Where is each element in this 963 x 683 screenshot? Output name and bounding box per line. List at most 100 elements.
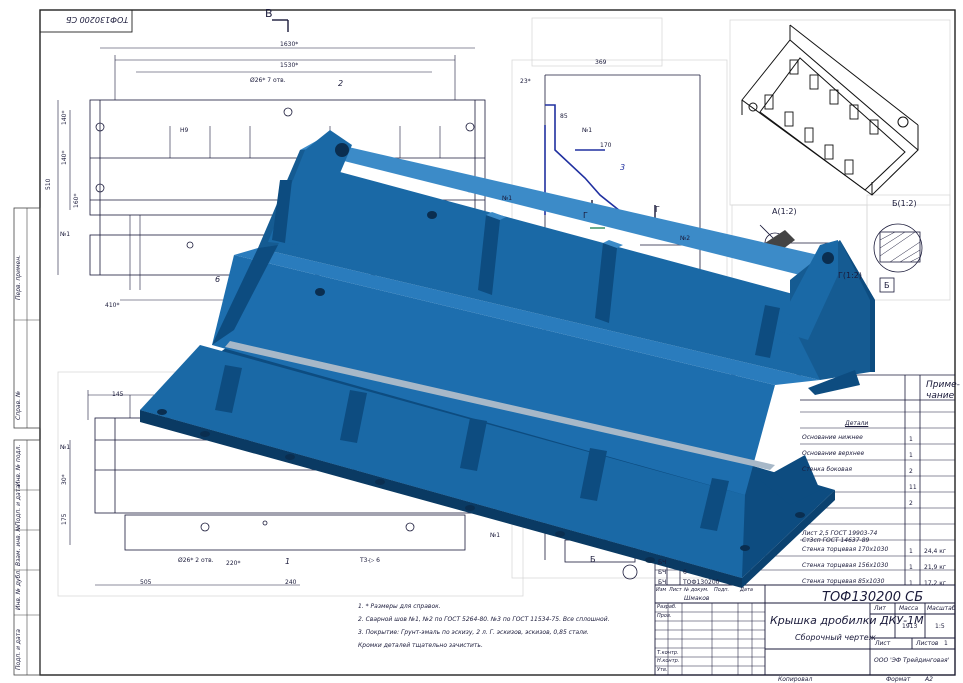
spec-row-qty: 1: [909, 580, 913, 587]
dim-k: 410*: [105, 302, 120, 309]
title-name: Крышка дробилки ДКУ-1М: [770, 614, 924, 627]
title-col-label: Дата: [740, 587, 753, 593]
title-copied: Копировал: [778, 676, 813, 683]
spec-row-qty: 2: [909, 500, 913, 507]
title-designation: ТОФ130200 СБ: [822, 590, 924, 605]
spec-row-name: Стенка торцевая 156х1030: [802, 562, 889, 569]
title-format-value: А2: [925, 676, 933, 683]
view-g-callout-right: Г: [655, 205, 660, 214]
callout-part-1: 1: [285, 557, 291, 566]
spec-row-note: 17,2 кг: [924, 580, 947, 587]
section-b-label: Б(1:2): [892, 199, 917, 208]
spec-row-qty: 1: [909, 436, 913, 443]
spec-section-parts: Детали: [845, 420, 869, 427]
title-col-label: Подп.: [714, 587, 730, 593]
view-g-callout-left: Г: [583, 211, 588, 220]
section-mark-v: В: [265, 7, 273, 20]
drawing-code-top: ТОФ130200 СБ: [66, 15, 129, 24]
title-sheet-label: Лист: [875, 640, 891, 647]
title-role-label: Н.контр.: [657, 658, 680, 664]
callout-part-2: 2: [338, 79, 344, 88]
isometric-sketch: [741, 24, 919, 196]
weld-label-lower-left: №1: [60, 444, 71, 451]
dim-mid-170: 170: [600, 142, 612, 149]
title-developer: Шмаков: [684, 595, 710, 602]
spec-row-name: Основание верхнее: [802, 450, 865, 457]
binding-strip-label: Инв. № дубл.: [15, 568, 22, 610]
title-sheets-label: Листов: [916, 640, 939, 647]
callout-part-6: 6: [215, 275, 221, 284]
spec-row-name: Основание нижнее: [802, 434, 863, 441]
dim-side-height: 510: [45, 178, 52, 190]
note-3: 3. Покрытие: Грунт-эмаль по эскизу, 2 л.…: [358, 629, 589, 636]
note-1: 1. * Размеры для справок.: [358, 603, 441, 610]
technical-notes: 1. * Размеры для справок. 2. Сварной шов…: [358, 604, 610, 649]
section-b-detail: [873, 223, 923, 293]
spec-format-cell: БЧ: [658, 569, 667, 576]
dim-top-width: 1630*: [280, 41, 299, 48]
dim-side-1: 140*: [61, 110, 68, 125]
dim-bottom-holes: Ø26* 2 отв.: [178, 557, 214, 564]
title-role-label: Разраб.: [657, 604, 677, 610]
dim-lower-30: 30*: [61, 474, 68, 485]
view-g-label: Г(1:2): [838, 271, 862, 280]
spec-row-note: 21,9 кг: [924, 564, 947, 571]
binding-strip-label: Инв. № подл.: [15, 444, 22, 486]
dim-misc: Н9: [180, 127, 189, 134]
dim-mid-369: 369: [595, 59, 607, 66]
title-scale-value: 1:5: [935, 623, 945, 630]
spec-row-name: Лист 2,5 ГОСТ 19903-74 Ст3сп ГОСТ 14637-…: [802, 530, 878, 545]
title-mass-label: Масса: [899, 605, 919, 612]
spec-row-name: Стенка торцевая 170х1030: [802, 546, 889, 553]
title-col-label: Лист: [669, 587, 682, 593]
dim-bottom-505: 505: [140, 579, 152, 586]
dim-mid-23: 23*: [520, 78, 531, 85]
title-lit-label: Лит: [874, 605, 886, 612]
dim-lower-145: 145: [112, 391, 124, 398]
dim-side-2: 140*: [61, 150, 68, 165]
section-a-label: А(1:2): [772, 207, 797, 216]
title-mass-value: 1913: [902, 623, 918, 630]
spec-header-note: Приме- чание: [926, 380, 960, 401]
weld-label-left-top: №1: [60, 231, 71, 238]
spec-format-cell: БЧ: [658, 579, 667, 586]
title-org: ООО 'ЭФ Трейдинговая': [874, 657, 950, 664]
title-role-label: Пров.: [657, 613, 672, 619]
dim-side-3: 160*: [73, 193, 80, 208]
spec-row-qty: 2: [909, 468, 913, 475]
weld-label-mid-2: №2: [680, 235, 691, 242]
title-sheets-value: 1: [944, 640, 948, 647]
weld-label-mid-1: №1: [582, 127, 593, 134]
weld-label-top-right: №1: [502, 195, 513, 202]
callout-part-3: 3: [620, 163, 626, 172]
dim-bottom-220: 220*: [226, 560, 241, 567]
title-scale-label: Масштаб: [927, 605, 956, 612]
dim-lower-r: Т3-▷ 6: [360, 557, 380, 564]
spec-row-name: Стенка боковая: [802, 466, 852, 473]
binding-strip-label: Перв. примен.: [15, 254, 22, 300]
view-b-callout: Б: [590, 555, 596, 564]
view-b-small-callout: Б: [884, 281, 890, 290]
spec-format-cell: БЧ: [658, 559, 667, 566]
dim-mid-85: 85: [560, 113, 568, 120]
spec-row-note: 24,4 кг: [924, 548, 947, 555]
note-2: 2. Сварной шов №1, №2 по ГОСТ 5264-80. №…: [358, 616, 610, 623]
spec-row-qty: 11: [909, 484, 917, 491]
note-4: Кромки деталей тщательно зачистить.: [358, 642, 483, 649]
title-col-label: № докум.: [684, 587, 709, 593]
binding-strip-label: Взам. инв. №: [15, 525, 22, 566]
binding-strip-label: Подп. и дата: [15, 629, 22, 670]
spec-num-cell: 6: [683, 569, 687, 576]
dim-top-inner: 1530*: [280, 62, 299, 69]
dim-hole-label: Ø26* 7 отв.: [250, 77, 286, 84]
title-role-label: Утв.: [657, 667, 668, 673]
binding-strip-label: Справ. №: [15, 390, 22, 420]
dim-bottom-240: 240: [285, 579, 297, 586]
title-col-label: Изм: [656, 587, 667, 593]
spec-row-qty: 1: [909, 564, 913, 571]
spec-num-cell: ТОФ130200: [683, 579, 720, 586]
spec-row-qty: 1: [909, 452, 913, 459]
weld-label-lower-right: №1: [490, 532, 501, 539]
title-doc-type: Сборочный чертеж: [795, 633, 876, 642]
dim-lower-175: 175: [61, 513, 68, 525]
